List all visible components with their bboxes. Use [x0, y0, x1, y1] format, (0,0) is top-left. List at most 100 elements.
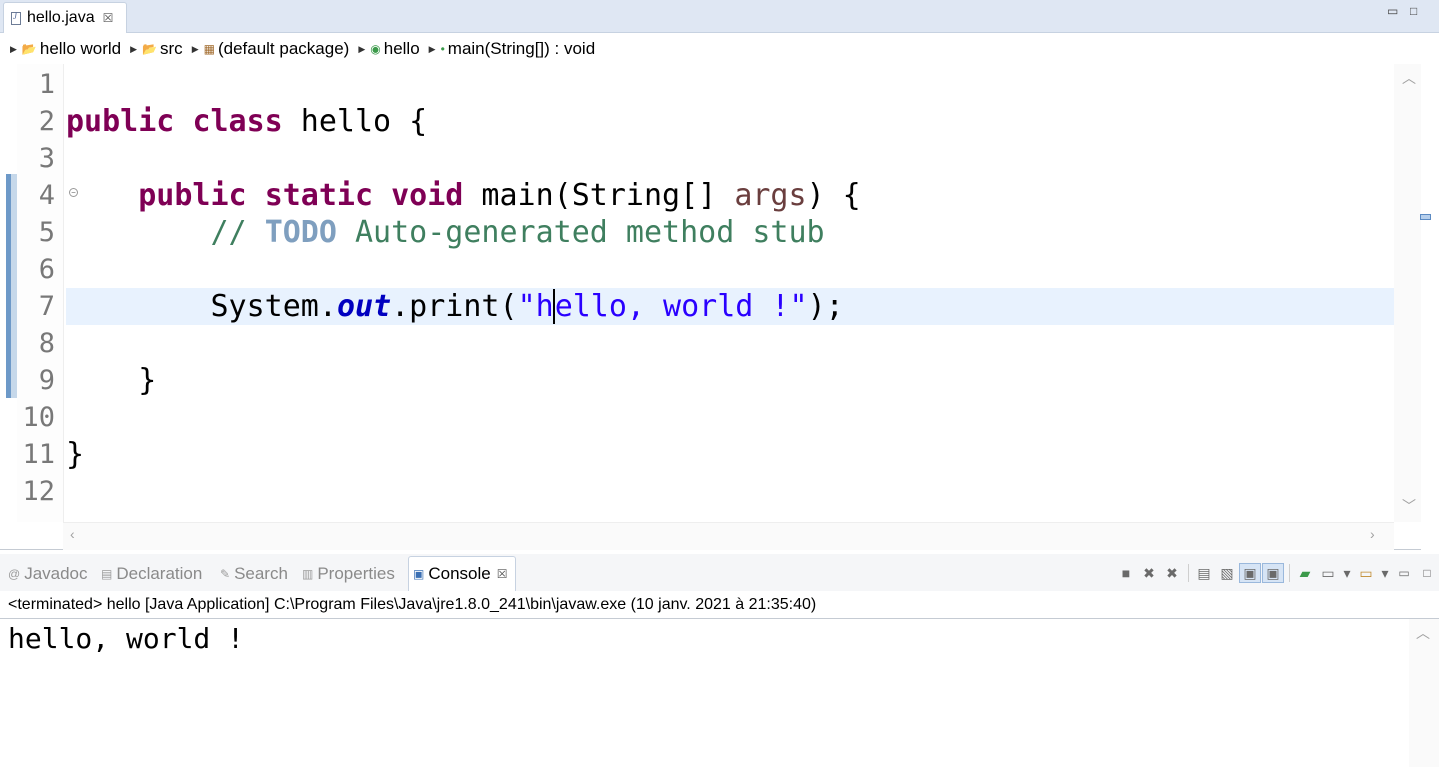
chevron-right-icon[interactable]: ▶	[130, 44, 137, 55]
scroll-left-icon[interactable]: ‹	[70, 526, 75, 542]
line-number: 10	[22, 402, 55, 433]
code-text: );	[807, 289, 844, 324]
comment: Auto-generated method stub	[336, 215, 825, 250]
parameter: args	[734, 178, 807, 213]
breadcrumb-item-class[interactable]: hello	[384, 39, 420, 59]
editor-tab-label: hello.java	[27, 9, 95, 26]
tab-label: Search	[234, 563, 288, 583]
keyword: void	[391, 178, 464, 213]
close-icon[interactable]: ☒	[497, 567, 508, 581]
pin-console-icon[interactable]: ▰	[1294, 563, 1316, 583]
code-text: .print(	[391, 289, 518, 324]
maximize-icon[interactable]: □	[1410, 4, 1417, 18]
breadcrumb-item-src[interactable]: src	[160, 39, 183, 59]
line-number: 2	[38, 106, 55, 137]
line-number: 6	[38, 254, 55, 285]
remove-all-launches-icon[interactable]: ✖	[1161, 563, 1183, 583]
scroll-right-icon[interactable]: ›	[1370, 526, 1375, 542]
tab-search[interactable]: ✎ Search	[220, 556, 288, 591]
code-text-area[interactable]: public class hello { public static void …	[66, 64, 1394, 522]
overview-annotation-marker[interactable]	[1420, 214, 1431, 220]
line-number-ruler: 1 2 3 4 5 6 7 8 9 10 11 12 −	[17, 64, 78, 522]
overview-ruler[interactable]	[1420, 64, 1439, 550]
declaration-icon: ▤	[101, 566, 113, 581]
code-text: hello {	[282, 104, 428, 139]
project-icon: 📂	[21, 42, 37, 56]
breadcrumb-item-package[interactable]: (default package)	[218, 39, 349, 59]
tab-javadoc[interactable]: @ Javadoc	[8, 556, 88, 591]
line-number: 9	[38, 365, 55, 396]
code-text: System.	[210, 289, 337, 324]
word-wrap-icon[interactable]: ▧	[1216, 563, 1238, 583]
chevron-down-icon[interactable]: ▾	[1378, 563, 1392, 583]
todo-tag: TODO	[264, 215, 337, 250]
display-console-icon[interactable]: ▭	[1317, 563, 1339, 583]
code-text: main(String[]	[463, 178, 735, 213]
line-number: 4	[38, 180, 55, 211]
toolbar-separator	[1188, 564, 1189, 582]
tab-properties[interactable]: ▥ Properties	[302, 556, 395, 591]
text-caret: ello, world !"	[552, 289, 808, 324]
maximize-icon[interactable]: □	[1416, 563, 1438, 583]
console-vertical-scrollbar[interactable]: ︿	[1409, 619, 1439, 767]
minimize-icon[interactable]: ▭	[1387, 4, 1398, 18]
code-text: ) {	[806, 178, 861, 213]
console-output-area[interactable]: hello, world ! ︿	[0, 619, 1439, 767]
code-line-4: public static void main(String[] args) {	[66, 177, 1394, 214]
line-number: 1	[38, 69, 55, 100]
string-literal: "h	[517, 289, 554, 324]
chevron-right-icon[interactable]: ▶	[358, 44, 365, 55]
chevron-right-icon[interactable]: ▶	[429, 44, 436, 55]
open-console-icon[interactable]: ▭	[1355, 563, 1377, 583]
code-line-5: // TODO Auto-generated method stub	[66, 214, 1394, 251]
scroll-up-icon[interactable]: ︿	[1416, 623, 1430, 643]
chevron-right-icon[interactable]: ▶	[10, 44, 17, 55]
line-number: 7	[38, 291, 55, 322]
code-line-11: }	[66, 437, 85, 472]
line-number: 8	[38, 328, 55, 359]
breadcrumb: ▶ 📂 hello world ▶ 📂 src ▶ ▦ (default pac…	[0, 34, 1439, 64]
keyword: class	[192, 104, 283, 139]
tab-label: Properties	[317, 563, 395, 583]
chevron-right-icon[interactable]: ▶	[192, 44, 199, 55]
console-icon: ▣	[413, 567, 425, 581]
editor-tab-bar: hello.java ☒ ▭ □	[0, 0, 1439, 33]
keyword: static	[264, 178, 374, 213]
class-icon: ◉	[370, 42, 381, 56]
console-output-text: hello, world !	[8, 622, 245, 655]
remove-launch-icon[interactable]: ✖	[1138, 563, 1160, 583]
line-number: 5	[38, 217, 55, 248]
tab-console[interactable]: ▣ Console ☒	[408, 556, 517, 591]
package-icon: ▦	[203, 42, 215, 56]
chevron-down-icon[interactable]: ▾	[1340, 563, 1354, 583]
tab-label: Declaration	[116, 563, 203, 583]
breadcrumb-item-project[interactable]: hello world	[40, 39, 121, 59]
code-editor[interactable]: 1 2 3 4 5 6 7 8 9 10 11 12 − public clas…	[0, 64, 1439, 550]
show-on-stderr-icon[interactable]: ▣	[1262, 563, 1284, 583]
scroll-lock-icon[interactable]: ▤	[1193, 563, 1215, 583]
scroll-down-icon[interactable]: ﹀	[1402, 496, 1416, 516]
tab-declaration[interactable]: ▤ Declaration	[101, 556, 202, 591]
editor-tab-hello-java[interactable]: hello.java ☒	[3, 2, 127, 33]
comment: //	[210, 215, 265, 250]
breadcrumb-item-method[interactable]: main(String[]) : void	[448, 39, 595, 59]
code-line-2: public class hello {	[66, 103, 1394, 140]
java-file-icon	[11, 11, 21, 25]
console-process-description: <terminated> hello [Java Application] C:…	[0, 591, 1439, 619]
close-icon[interactable]: ☒	[103, 11, 114, 25]
properties-icon: ▥	[302, 566, 314, 581]
terminate-icon[interactable]: ■	[1115, 563, 1137, 583]
static-field: out	[336, 289, 392, 324]
keyword: public	[138, 178, 247, 213]
show-on-stdout-icon[interactable]: ▣	[1239, 563, 1261, 583]
toolbar-separator	[1289, 564, 1290, 582]
code-line-9: }	[66, 363, 157, 398]
scroll-up-icon[interactable]: ︿	[1402, 68, 1416, 88]
search-icon: ✎	[220, 566, 231, 581]
code-line-7-current: System.out.print("hello, world !");	[66, 288, 1394, 325]
editor-horizontal-scrollbar[interactable]: ‹ ›	[63, 522, 1394, 550]
minimize-icon[interactable]: ▭	[1393, 563, 1415, 583]
